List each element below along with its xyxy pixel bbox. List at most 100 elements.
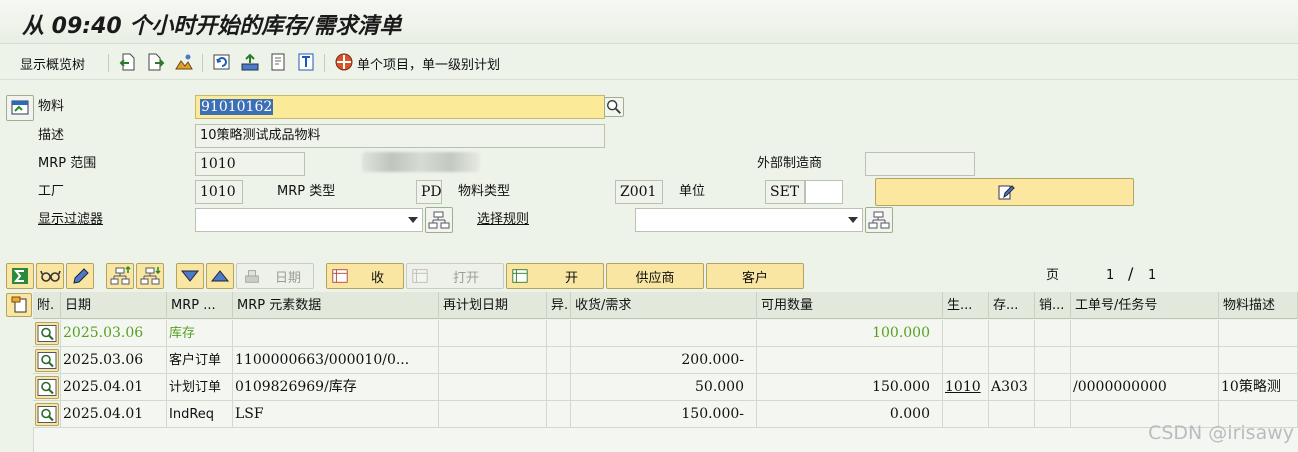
refresh-icon[interactable]: [212, 52, 232, 72]
description-label: 描述: [38, 128, 65, 143]
document-icon[interactable]: [268, 52, 288, 72]
tree-down-icon: [140, 267, 161, 285]
supplier-button[interactable]: 供应商: [606, 263, 704, 289]
sort-up-icon: [210, 270, 230, 282]
toolbar-separator: [324, 54, 325, 72]
app-toolbar: 显示概览树 单个项目，单一级别计划: [0, 46, 1298, 80]
explode-up-button[interactable]: [106, 263, 134, 289]
column-header-mrp-element[interactable]: MRP ...: [167, 292, 233, 319]
process-icon[interactable]: [240, 52, 260, 72]
empty-row-area: [33, 428, 1298, 452]
row-detail-button[interactable]: [35, 376, 59, 399]
toolbar-separator: [202, 54, 203, 72]
material-search-button[interactable]: [604, 97, 624, 117]
mrp-area-label: MRP 范围: [38, 156, 97, 171]
exception-cell: [547, 347, 571, 374]
material-input[interactable]: 91010162: [195, 95, 605, 119]
single-item-planning-icon[interactable]: [334, 52, 354, 72]
overview-tree-button[interactable]: 显示概览树: [20, 52, 85, 74]
grid-layout-button[interactable]: [6, 293, 32, 317]
plant-label: 工厂: [38, 184, 65, 199]
customer-button[interactable]: 客户: [706, 263, 804, 289]
unit-label: 单位: [679, 184, 706, 199]
row-detail-button[interactable]: [35, 403, 59, 426]
sort-descending-button[interactable]: [176, 263, 204, 289]
available-qty-cell: 100.000: [757, 320, 943, 347]
mrp-element-cell: 库存: [167, 320, 233, 347]
receipt-button[interactable]: 收: [326, 263, 404, 289]
sales-cell: [1035, 347, 1071, 374]
production-cell: [943, 401, 989, 428]
explode-down-button[interactable]: [136, 263, 164, 289]
column-header-sales[interactable]: 销...: [1035, 292, 1071, 319]
order-number-cell: [1071, 347, 1219, 374]
mrp-element-cell: 计划订单: [167, 374, 233, 401]
column-header-date[interactable]: 日期: [61, 292, 167, 319]
selection-rule-settings-button[interactable]: [865, 207, 893, 233]
header-toggle-icon: [11, 100, 29, 115]
date-button[interactable]: 日期: [236, 263, 314, 289]
storage-cell: [989, 320, 1035, 347]
single-item-planning-button[interactable]: 单个项目，单一级别计划: [357, 52, 500, 74]
material-overview-icon[interactable]: [174, 52, 194, 72]
search-icon: [607, 100, 621, 114]
row-detail-button[interactable]: [35, 322, 59, 345]
column-header-reschedule-date[interactable]: 再计划日期: [439, 292, 547, 319]
receipt-requirement-cell: 50.000: [571, 374, 757, 401]
open-items-button-label: 开: [565, 270, 579, 286]
sum-button[interactable]: [6, 263, 34, 289]
column-header-storage[interactable]: 存...: [989, 292, 1035, 319]
edit-list-button[interactable]: [66, 263, 94, 289]
unit-extra-field[interactable]: [805, 180, 843, 204]
open-items-button[interactable]: 开: [506, 263, 604, 289]
sort-down-icon: [180, 270, 200, 282]
row-detail-button[interactable]: [35, 349, 59, 372]
available-qty-cell: 0.000: [757, 401, 943, 428]
magnifier-icon: [37, 325, 57, 342]
material-value: 91010162: [200, 99, 274, 115]
column-header-order-number[interactable]: 工单号/任务号: [1071, 292, 1219, 319]
date-cell: 2025.04.01: [61, 374, 167, 401]
order-number-cell: [1071, 320, 1219, 347]
production-cell: [943, 320, 989, 347]
column-header-material-desc[interactable]: 物料描述: [1219, 292, 1298, 319]
column-header-mrp-data[interactable]: MRP 元素数据: [233, 292, 439, 319]
display-filter-label[interactable]: 显示过滤器: [38, 209, 103, 231]
date-cell: 2025.04.01: [61, 401, 167, 428]
previous-material-icon[interactable]: [118, 52, 138, 72]
production-cell[interactable]: 1010: [943, 374, 989, 401]
external-manufacturer-label: 外部制造商: [757, 156, 823, 171]
selection-rule-label[interactable]: 选择规则: [477, 209, 529, 231]
external-manufacturer-field: [865, 152, 975, 176]
display-filter-dropdown[interactable]: [195, 208, 423, 232]
display-filter-settings-button[interactable]: [425, 207, 453, 233]
edit-button[interactable]: [875, 178, 1134, 206]
column-header-receipt-req[interactable]: 收货/需求: [571, 292, 757, 319]
settings-button[interactable]: [36, 263, 64, 289]
column-header-production[interactable]: 生...: [943, 292, 989, 319]
open-button-disabled[interactable]: 打开: [406, 263, 504, 289]
material-label: 物料: [38, 99, 65, 114]
column-header-available-qty[interactable]: 可用数量: [757, 292, 943, 319]
edit-pencil-icon: [998, 185, 1015, 200]
pencil-icon: [73, 268, 89, 284]
selection-rule-dropdown[interactable]: [635, 208, 863, 232]
column-header-exception[interactable]: 异.: [547, 292, 571, 319]
available-qty-cell: [757, 347, 943, 374]
sort-ascending-button[interactable]: [206, 263, 234, 289]
material-desc-cell: 10策略测: [1219, 374, 1298, 401]
sales-cell: [1035, 320, 1071, 347]
header-details-icon[interactable]: [296, 52, 316, 72]
order-number-cell: /0000000000: [1071, 374, 1219, 401]
exception-cell: [547, 401, 571, 428]
mrp-element-cell: IndReq: [167, 401, 233, 428]
page-total: 1: [1148, 268, 1157, 283]
redacted-text: [362, 152, 480, 172]
material-desc-cell: [1219, 347, 1298, 374]
column-header-attachment[interactable]: 附.: [33, 292, 61, 319]
next-material-icon[interactable]: [146, 52, 166, 72]
header-toggle-button[interactable]: [6, 95, 34, 121]
reschedule-date-cell: [439, 320, 547, 347]
magnifier-icon: [37, 406, 57, 423]
page-label: 页: [1046, 268, 1060, 283]
